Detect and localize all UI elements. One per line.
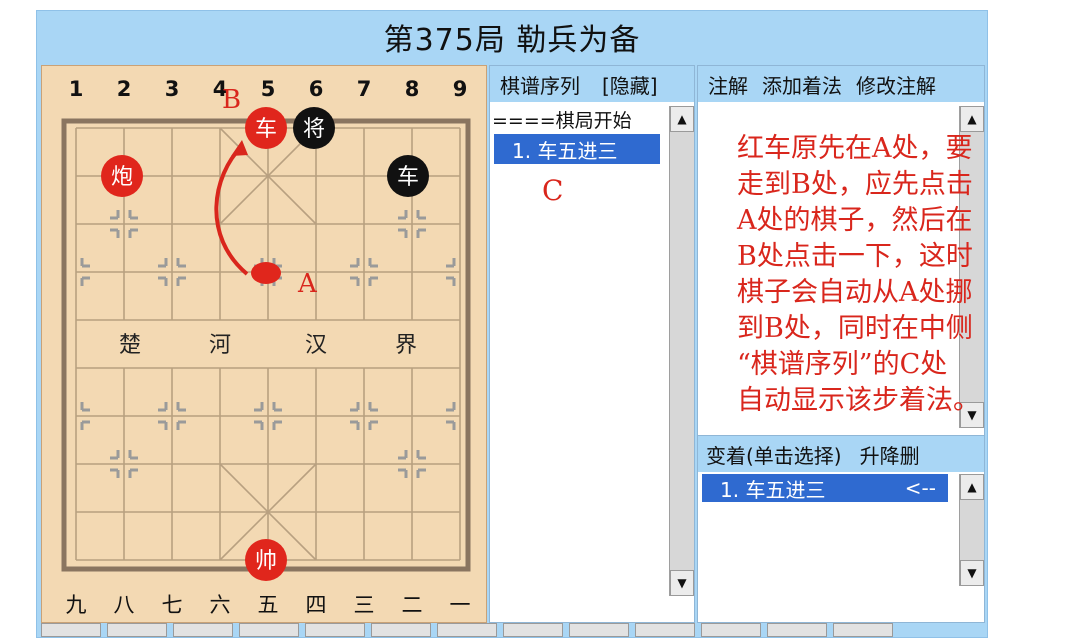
variations-title: 变着(单击选择) <box>706 443 842 468</box>
river-text-jie: 界 <box>395 333 417 358</box>
game-start-line: ====棋局开始 <box>492 110 632 132</box>
variations-scroll-up[interactable]: ▲ <box>960 474 984 500</box>
annotation-line-4: B处点击一下，这时 <box>737 241 973 272</box>
col-number-2: 2 <box>117 77 132 101</box>
variations-header: 变着(单击选择) 升降删 <box>698 436 984 472</box>
toolbar-button[interactable] <box>437 623 497 637</box>
col-label-5: 五 <box>258 593 279 617</box>
variations-controls[interactable]: 升降删 <box>860 440 920 469</box>
svg-text:车: 车 <box>397 165 419 190</box>
annotation-line-1: 红车原先在A处，要 <box>737 133 973 164</box>
toolbar-button[interactable] <box>833 623 893 637</box>
tab-notes[interactable]: 注解 <box>708 70 748 99</box>
annotation-line-5: 棋子会自动从A处挪 <box>737 277 973 308</box>
toolbar-button[interactable] <box>107 623 167 637</box>
col-label-6: 六 <box>210 593 231 617</box>
col-number-7: 7 <box>357 77 372 101</box>
game-window: 第375局 勒兵为备 1 2 3 4 5 6 7 8 9 九 八 七 六 五 四… <box>36 10 988 638</box>
red-marshal-piece[interactable]: 帅 <box>245 539 287 581</box>
toolbar-button[interactable] <box>305 623 365 637</box>
toolbar-button[interactable] <box>41 623 101 637</box>
red-cannon-piece[interactable]: 炮 <box>101 155 143 197</box>
svg-text:帅: 帅 <box>255 549 277 574</box>
scroll-up-button[interactable]: ▲ <box>670 106 694 132</box>
col-number-8: 8 <box>405 77 420 101</box>
toolbar-button[interactable] <box>569 623 629 637</box>
variation-arrow: <-- <box>904 476 936 500</box>
tab-add-move[interactable]: 添加着法 <box>762 70 842 99</box>
col-number-5: 5 <box>261 77 276 101</box>
tab-edit-notes[interactable]: 修改注解 <box>856 70 936 99</box>
river-text-han: 汉 <box>305 333 327 358</box>
move-list-title: 棋谱序列 <box>500 73 580 98</box>
move-list-scrollbar[interactable]: ▲ ▼ <box>669 106 694 596</box>
col-label-8: 八 <box>114 593 135 617</box>
game-title: 第375局 勒兵为备 <box>383 23 641 58</box>
annotation-line-7: “棋谱序列”的C处 <box>737 349 948 380</box>
col-label-4: 四 <box>306 593 327 617</box>
annotation-text: 红车原先在A处，要 走到B处，应先点击 A处的棋子，然后在 B处点击一下，这时 … <box>737 131 980 419</box>
col-number-9: 9 <box>453 77 468 101</box>
toolbar-button[interactable] <box>635 623 695 637</box>
black-general-piece[interactable]: 将 <box>293 107 335 149</box>
col-number-3: 3 <box>165 77 180 101</box>
hide-button[interactable]: [隐藏] <box>602 70 658 99</box>
col-number-1: 1 <box>69 77 84 101</box>
col-label-9: 九 <box>66 593 87 617</box>
chess-board-panel[interactable]: 1 2 3 4 5 6 7 8 9 九 八 七 六 五 四 三 二 一 楚 河 … <box>41 65 487 623</box>
annotation-line-6: 到B处，同时在中侧 <box>737 313 973 344</box>
move-list-item-selected[interactable]: 1. 车五进三 <box>494 134 660 164</box>
move-list-panel: 棋谱序列 [隐藏] ====棋局开始 1. 车五进三 C ▲ ▼ <box>489 65 695 623</box>
variation-item-selected[interactable]: 1. 车五进三 <-- <box>702 474 948 502</box>
river-text-chu: 楚 <box>119 333 141 358</box>
scroll-down-button[interactable]: ▼ <box>670 570 694 596</box>
variations-panel: 变着(单击选择) 升降删 1. 车五进三 <-- ▲ ▼ <box>697 435 985 623</box>
origin-marker-a <box>251 262 281 284</box>
board-svg[interactable]: 1 2 3 4 5 6 7 8 9 九 八 七 六 五 四 三 二 一 楚 河 … <box>42 66 486 622</box>
annotation-line-3: A处的棋子，然后在 <box>737 205 973 236</box>
black-chariot-piece[interactable]: 车 <box>387 155 429 197</box>
river-text-he: 河 <box>209 333 231 358</box>
variations-scrollbar[interactable]: ▲ ▼ <box>959 474 984 586</box>
col-label-7: 七 <box>162 593 183 617</box>
move-arrow <box>214 144 249 276</box>
annotation-line-2: 走到B处，应先点击 <box>737 169 973 200</box>
toolbar-button[interactable] <box>239 623 299 637</box>
toolbar-button[interactable] <box>503 623 563 637</box>
annotation-line-8: 自动显示该步着法。 <box>737 385 980 416</box>
bottom-toolbar <box>37 623 991 637</box>
toolbar-button[interactable] <box>371 623 431 637</box>
toolbar-button[interactable] <box>701 623 761 637</box>
marker-b: B <box>222 85 241 115</box>
svg-text:车: 车 <box>255 117 277 142</box>
col-label-1: 一 <box>450 593 471 617</box>
svg-text:炮: 炮 <box>111 165 133 190</box>
col-number-6: 6 <box>309 77 324 101</box>
toolbar-button[interactable] <box>173 623 233 637</box>
notes-scroll-up[interactable]: ▲ <box>960 106 984 132</box>
variations-scroll-down[interactable]: ▼ <box>960 560 984 586</box>
red-chariot-piece[interactable]: 车 <box>245 107 287 149</box>
move-list-header: 棋谱序列 [隐藏] <box>490 66 694 102</box>
notes-header: 注解 添加着法 修改注解 <box>698 66 984 102</box>
toolbar-button[interactable] <box>767 623 827 637</box>
marker-c: C <box>542 174 564 207</box>
marker-a: A <box>297 269 318 299</box>
col-label-2: 二 <box>402 593 423 617</box>
col-label-3: 三 <box>354 593 375 617</box>
svg-text:将: 将 <box>303 117 325 142</box>
